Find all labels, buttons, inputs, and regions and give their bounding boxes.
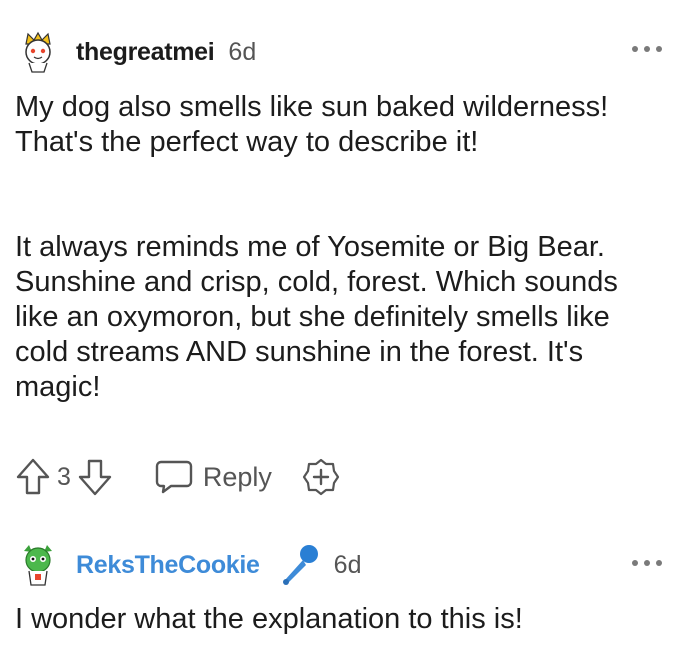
comment-paragraph: I wonder what the explanation to this is…: [15, 603, 523, 635]
more-options-icon[interactable]: [632, 558, 662, 568]
award-icon[interactable]: [302, 458, 340, 496]
comment-header: ReksTheCookie 6d: [18, 543, 361, 587]
comment-paragraph: My dog also smells like sun baked wilder…: [15, 91, 609, 158]
comment-actions: 3 Reply: [15, 455, 340, 499]
reply-icon: [155, 460, 193, 494]
avatar[interactable]: [18, 30, 58, 74]
more-options-icon[interactable]: [632, 44, 662, 54]
reply-button[interactable]: Reply: [155, 459, 272, 495]
upvote-icon[interactable]: [15, 457, 51, 497]
comment-paragraph: It always reminds me of Yosemite or Big …: [15, 231, 618, 403]
comment-body: It always reminds me of Yosemite or Big …: [15, 230, 655, 405]
downvote-icon[interactable]: [77, 457, 113, 497]
username[interactable]: thegreatmei: [76, 38, 215, 67]
timestamp: 6d: [228, 37, 257, 66]
comment: thegreatmei 6d My dog also smells like s…: [0, 0, 700, 510]
comment-body: My dog also smells like sun baked wilder…: [15, 90, 655, 160]
avatar[interactable]: [18, 543, 58, 587]
comment-body: I wonder what the explanation to this is…: [15, 602, 655, 637]
username[interactable]: ReksTheCookie: [76, 551, 260, 580]
timestamp: 6d: [333, 550, 362, 579]
reply-label: Reply: [202, 461, 272, 492]
vote-count: 3: [57, 462, 71, 491]
comment-header: thegreatmei 6d: [18, 30, 256, 74]
comment: ReksTheCookie 6d I wonder what the expla…: [0, 510, 700, 645]
microphone-icon: [282, 545, 318, 585]
